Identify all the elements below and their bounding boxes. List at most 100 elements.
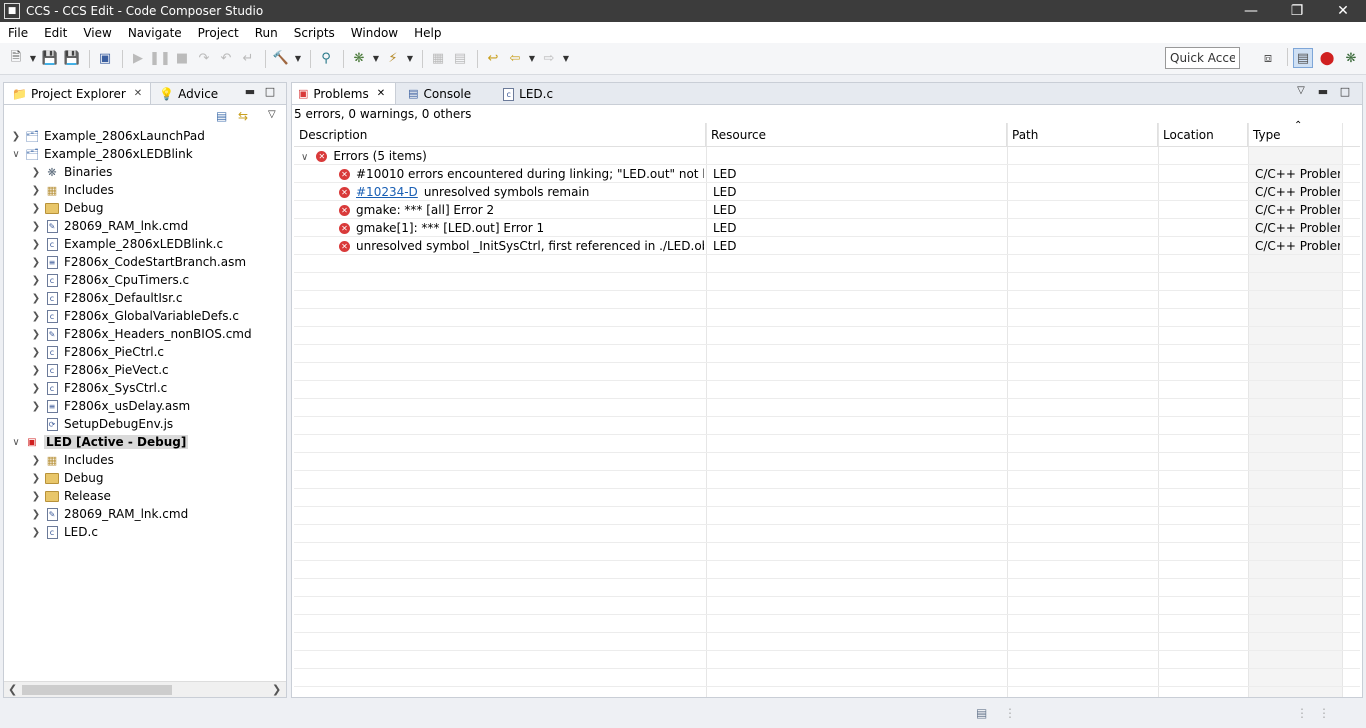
chevron-right-icon[interactable]: ❯	[10, 131, 22, 142]
chevron-right-icon[interactable]: ❯	[30, 329, 42, 340]
back-icon[interactable]: ⇦	[505, 49, 525, 69]
tab-console[interactable]: ▤ Console	[396, 83, 481, 104]
new-dropdown-icon[interactable]: ▼	[28, 49, 38, 69]
tab-advice[interactable]: 💡 Advice	[151, 83, 226, 104]
chevron-right-icon[interactable]: ❯	[30, 239, 42, 250]
new-icon[interactable]: 🗎	[6, 49, 26, 69]
tree-item[interactable]: ∨ 🗂 Example_2806xLEDBlink	[4, 145, 286, 163]
chevron-right-icon[interactable]: ❯	[30, 311, 42, 322]
chevron-right-icon[interactable]: ❯	[30, 491, 42, 502]
chevron-right-icon[interactable]: ❯	[30, 401, 42, 412]
step-return-icon[interactable]: ↵	[238, 49, 258, 69]
menu-navigate[interactable]: Navigate	[120, 26, 190, 40]
ccs-simple-perspective-icon[interactable]: ❋	[1341, 48, 1361, 68]
table-row[interactable]: ✕ gmake: *** [all] Error 2 LED C/C++ Proble…	[294, 201, 1360, 219]
chevron-right-icon[interactable]: ❯	[30, 383, 42, 394]
menu-file[interactable]: File	[0, 26, 36, 40]
column-resource[interactable]: Resource	[706, 123, 1007, 147]
step-into-icon[interactable]: ↷	[194, 49, 214, 69]
view-menu-icon[interactable]: ▽	[268, 109, 276, 120]
flash-dropdown-icon[interactable]: ▼	[405, 49, 415, 69]
save-icon[interactable]: 💾	[40, 49, 60, 69]
ccs-edit-perspective-icon[interactable]: ▤	[1293, 48, 1313, 68]
scroll-right-icon[interactable]: ❯	[272, 683, 281, 696]
tree-item[interactable]: ⟳ SetupDebugEnv.js	[4, 415, 286, 433]
minimize-view-icon[interactable]: ▬	[1312, 85, 1334, 98]
menu-scripts[interactable]: Scripts	[286, 26, 343, 40]
save-all-icon[interactable]: 💾	[62, 49, 82, 69]
chevron-down-icon[interactable]: ∨	[10, 149, 22, 160]
search-icon[interactable]: ⚲	[316, 49, 336, 69]
view-menu-icon[interactable]: ▽	[1290, 85, 1312, 98]
chevron-right-icon[interactable]: ❯	[30, 455, 42, 466]
suspend-icon[interactable]: ❚❚	[149, 49, 171, 69]
chevron-right-icon[interactable]: ❯	[30, 365, 42, 376]
open-perspective-icon[interactable]: ⧈	[1258, 48, 1278, 68]
menu-edit[interactable]: Edit	[36, 26, 75, 40]
minimize-button[interactable]: —	[1228, 0, 1274, 22]
menu-window[interactable]: Window	[343, 26, 406, 40]
tree-item[interactable]: ❯ ≡ F2806x_CodeStartBranch.asm	[4, 253, 286, 271]
tree-item[interactable]: ❯ ❋ Binaries	[4, 163, 286, 181]
tree-item[interactable]: ❯ 🗂 Example_2806xLaunchPad	[4, 127, 286, 145]
chevron-right-icon[interactable]: ❯	[30, 473, 42, 484]
group-row[interactable]: ∨ ✕ Errors (5 items)	[294, 147, 1360, 165]
error-code-link[interactable]: #10234-D	[356, 185, 418, 199]
tree-item[interactable]: ❯ c Example_2806xLEDBlink.c	[4, 235, 286, 253]
tree-item[interactable]: ❯ ▦ Includes	[4, 181, 286, 199]
table-row[interactable]: ✕ #10010 errors encountered during linkin…	[294, 165, 1360, 183]
debug-bug-icon[interactable]: ❋	[349, 49, 369, 69]
horizontal-scrollbar[interactable]: ❮ ❯	[4, 681, 286, 697]
table-row[interactable]: ✕ unresolved symbol _InitSysCtrl, first r…	[294, 237, 1360, 255]
tree-item[interactable]: ❯ c F2806x_GlobalVariableDefs.c	[4, 307, 286, 325]
tree-item[interactable]: ❯ ▦ Includes	[4, 451, 286, 469]
restore-button[interactable]: ❐	[1274, 0, 1320, 22]
tree-item[interactable]: ❯ c F2806x_CpuTimers.c	[4, 271, 286, 289]
forward-dropdown-icon[interactable]: ▼	[561, 49, 571, 69]
last-edit-icon[interactable]: ↩	[483, 49, 503, 69]
menu-run[interactable]: Run	[247, 26, 286, 40]
menu-project[interactable]: Project	[190, 26, 247, 40]
chevron-right-icon[interactable]: ❯	[30, 509, 42, 520]
chevron-right-icon[interactable]: ❯	[30, 257, 42, 268]
maximize-view-icon[interactable]: □	[1334, 85, 1356, 98]
tree-item[interactable]: ❯ c F2806x_DefaultIsr.c	[4, 289, 286, 307]
table-row[interactable]: ✕ gmake[1]: *** [LED.out] Error 1 LED C/C++…	[294, 219, 1360, 237]
chevron-right-icon[interactable]: ❯	[30, 275, 42, 286]
scroll-thumb[interactable]	[22, 685, 172, 695]
open-type-icon[interactable]: ▦	[428, 49, 448, 69]
chevron-right-icon[interactable]: ❯	[30, 293, 42, 304]
link-editor-icon[interactable]: ⇆	[238, 109, 248, 123]
forward-icon[interactable]: ⇨	[539, 49, 559, 69]
tab-led-c[interactable]: c LED.c	[481, 83, 563, 104]
debug-dropdown-icon[interactable]: ▼	[371, 49, 381, 69]
tree-item[interactable]: ∨ ▣ LED [Active - Debug]	[4, 433, 286, 451]
chevron-right-icon[interactable]: ❯	[30, 347, 42, 358]
chevron-right-icon[interactable]: ❯	[30, 203, 42, 214]
quick-access-input[interactable]	[1165, 47, 1240, 69]
build-hammer-icon[interactable]: 🔨	[271, 49, 291, 69]
tree-item[interactable]: ❯ c LED.c	[4, 523, 286, 541]
scroll-left-icon[interactable]: ❮	[8, 683, 17, 696]
chevron-down-icon[interactable]: ∨	[301, 152, 308, 163]
step-over-icon[interactable]: ↶	[216, 49, 236, 69]
tree-item[interactable]: ❯ c F2806x_SysCtrl.c	[4, 379, 286, 397]
maximize-view-icon[interactable]: □	[260, 85, 280, 98]
column-description[interactable]: Description	[294, 123, 706, 147]
close-icon[interactable]: ✕	[134, 88, 142, 99]
tree-item[interactable]: ❯ c F2806x_PieVect.c	[4, 361, 286, 379]
flash-icon[interactable]: ⚡	[383, 49, 403, 69]
tree-item[interactable]: ❯ c F2806x_PieCtrl.c	[4, 343, 286, 361]
chevron-down-icon[interactable]: ∨	[10, 437, 22, 448]
resume-icon[interactable]: ▶	[128, 49, 148, 69]
chevron-right-icon[interactable]: ❯	[30, 221, 42, 232]
chevron-right-icon[interactable]: ❯	[30, 167, 42, 178]
tree-item[interactable]: ❯ ≡ F2806x_usDelay.asm	[4, 397, 286, 415]
tree-item[interactable]: ❯ Debug	[4, 199, 286, 217]
task-status-icon[interactable]: ▤	[976, 706, 987, 720]
table-row[interactable]: ✕ #10234-D unresolved symbols remain LED C/C…	[294, 183, 1360, 201]
build-dropdown-icon[interactable]: ▼	[293, 49, 303, 69]
tab-project-explorer[interactable]: 📁 Project Explorer ✕	[4, 83, 152, 104]
tree-item[interactable]: ❯ ✎ F2806x_Headers_nonBIOS.cmd	[4, 325, 286, 343]
tree-item[interactable]: ❯ ✎ 28069_RAM_lnk.cmd	[4, 217, 286, 235]
